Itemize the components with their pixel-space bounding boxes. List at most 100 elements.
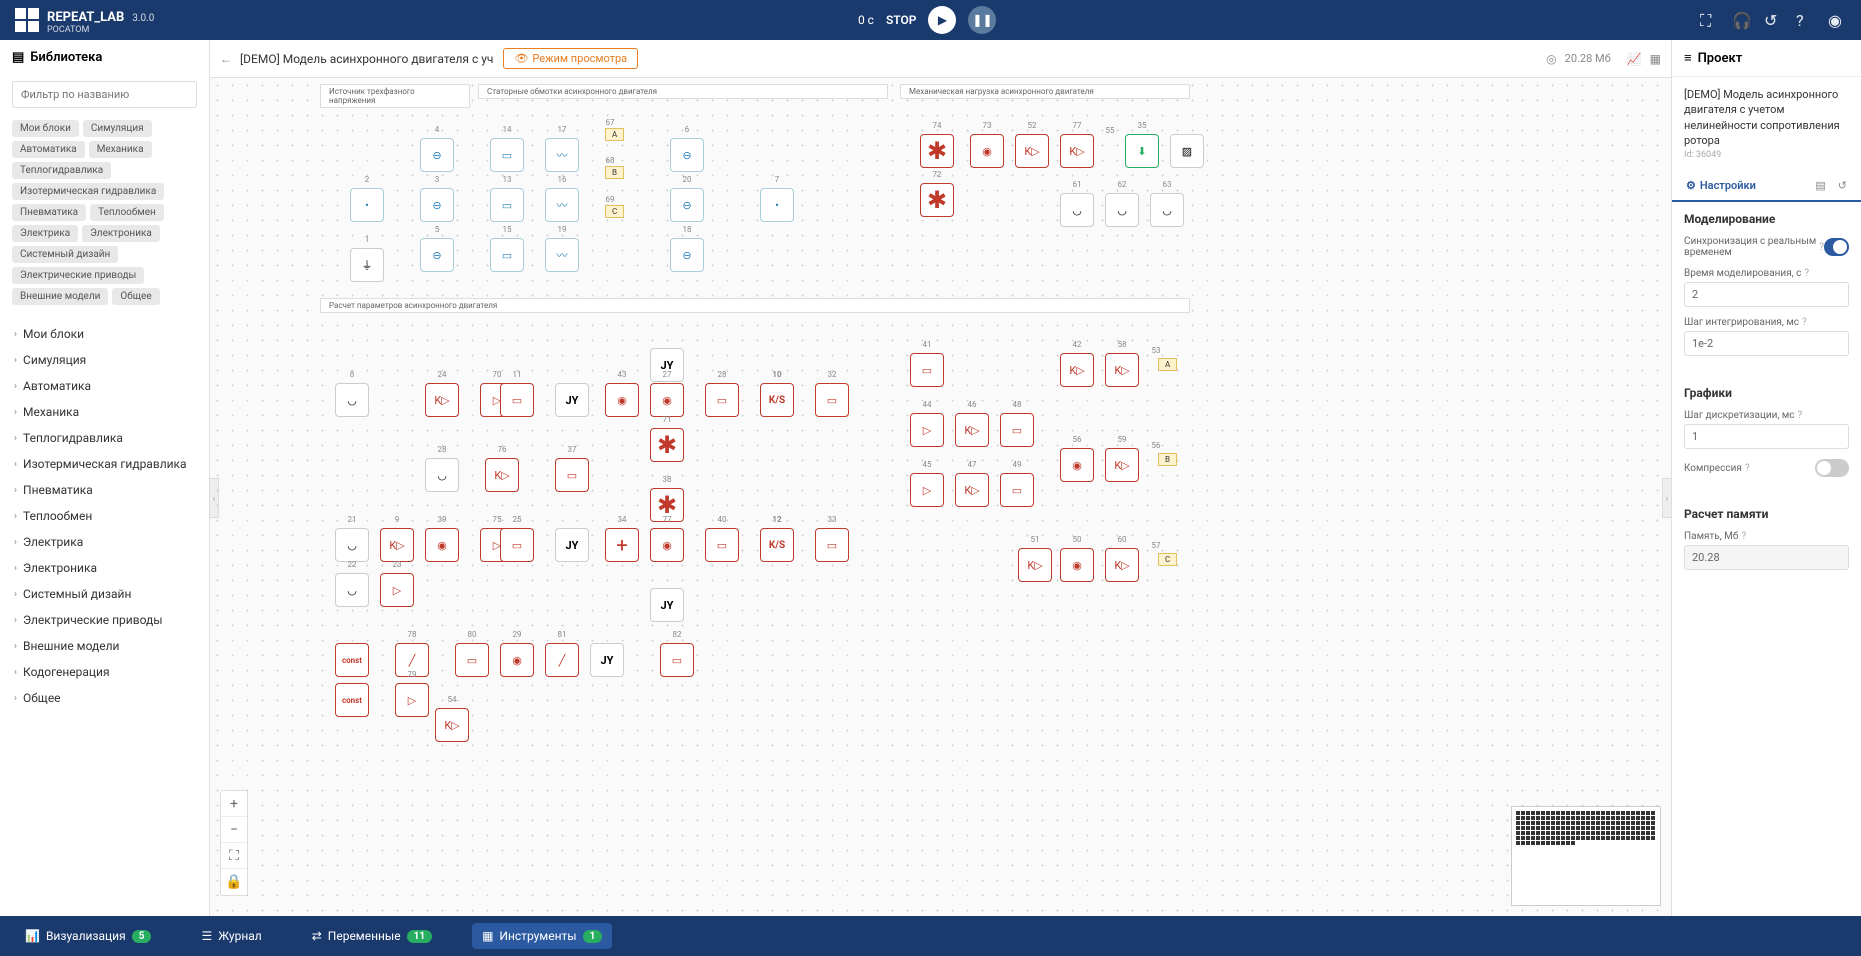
sync-toggle[interactable] [1824,238,1849,256]
block-gauge[interactable]: 39◉ [425,528,459,562]
tag-item[interactable]: Автоматика [12,141,85,158]
footer-visualization[interactable]: 📊 Визуализация 5 [15,923,161,949]
block-gauge[interactable]: 27◉ [650,383,684,417]
help-icon[interactable]: ? [1798,410,1803,421]
block-inductor[interactable]: 17〰 [545,138,579,172]
block-transfer[interactable]: 49▭ [1000,473,1034,507]
block-gain[interactable]: 42K▷ [1060,353,1094,387]
play-button[interactable]: ▶ [928,6,956,34]
block-transfer[interactable]: 33▭ [815,528,849,562]
help-icon[interactable]: ? [1745,463,1750,474]
block-transfer[interactable]: 80▭ [455,643,489,677]
block-gain[interactable]: 51K▷ [1018,548,1052,582]
block-gain[interactable]: 47K▷ [955,473,989,507]
help-icon[interactable]: ? [1741,531,1746,542]
tree-item[interactable]: ›Механика [0,399,209,425]
memory-input[interactable] [1684,545,1849,570]
tree-item[interactable]: ›Системный дизайн [0,581,209,607]
block-transfer[interactable]: 82▭ [660,643,694,677]
tree-item[interactable]: ›Автоматика [0,373,209,399]
block-gain[interactable]: 79▷ [395,683,429,717]
block-gauge[interactable]: 50◉ [1060,548,1094,582]
time-input[interactable] [1684,282,1849,307]
tree-item[interactable]: ›Общее [0,685,209,711]
disc-input[interactable] [1684,424,1849,449]
block-source[interactable]: 6⊖ [670,138,704,172]
block-meter[interactable]: 62◡ [1105,193,1139,227]
tree-item[interactable]: ›Электрика [0,529,209,555]
block-const[interactable]: const [335,643,369,677]
library-filter-input[interactable] [12,81,197,108]
footer-journal[interactable]: ☰ Журнал [191,923,271,949]
block-transfer[interactable]: 28▭ [705,383,739,417]
tab-history[interactable]: ↺ [1832,171,1853,200]
help-icon[interactable]: ? [1802,317,1807,328]
tag-item[interactable]: Внешние модели [12,288,108,305]
block-gain[interactable]: 77K▷ [1060,134,1094,168]
minimap[interactable]: document.write('<div class="mini-block">… [1511,806,1661,906]
block-source[interactable]: 20⊖ [670,188,704,222]
block-transfer[interactable]: 11▭ [500,383,534,417]
block-jy[interactable]: JY [650,588,684,622]
block-jy[interactable]: JY [555,528,589,562]
tag-item[interactable]: Общее [112,288,159,305]
tag-item[interactable]: Механика [89,141,152,158]
footer-tools[interactable]: ▦ Инструменты 1 [472,923,612,949]
block-jy[interactable]: JY [555,383,589,417]
block-slash[interactable]: 81╱ [545,643,579,677]
tag-item[interactable]: Теплообмен [90,204,164,221]
block-sum[interactable]: 34+ [605,528,639,562]
block-transfer[interactable]: 32▭ [815,383,849,417]
tag-item[interactable]: Электрика [12,225,78,242]
tag-item[interactable]: Электроника [82,225,160,242]
block-node[interactable]: 2• [350,188,384,222]
tab-info[interactable]: ▤ [1809,171,1831,200]
block-gain[interactable]: 52K▷ [1015,134,1049,168]
block-gain[interactable]: 46K▷ [955,413,989,447]
step-input[interactable] [1684,331,1849,356]
block-node[interactable]: 7• [760,188,794,222]
block-transfer[interactable]: 25▭ [500,528,534,562]
block-meter[interactable]: 28◡ [425,458,459,492]
tree-item[interactable]: ›Внешние модели [0,633,209,659]
block-gauge[interactable]: 77◉ [650,528,684,562]
block-gain[interactable]: 24K▷ [425,383,459,417]
support-icon[interactable]: 🎧 [1732,11,1750,29]
block-gain[interactable]: 58K▷ [1105,353,1139,387]
block-gain[interactable]: 54K▷ [435,708,469,742]
model-canvas[interactable]: Источник трехфазного напряжения Статорны… [210,78,1671,916]
block-resistor[interactable]: 15▭ [490,238,524,272]
block-ks[interactable]: 10K/S [760,383,794,417]
target-icon[interactable]: ◎ [1546,52,1556,66]
pause-button[interactable]: ❚❚ [968,6,996,34]
tag-item[interactable]: Симуляция [83,120,152,137]
block-inductor[interactable]: 16〰 [545,188,579,222]
block-transfer[interactable]: 37▭ [555,458,589,492]
zoom-in-button[interactable]: + [221,791,247,817]
block-resistor[interactable]: 13▭ [490,188,524,222]
user-icon[interactable]: ◉ [1828,11,1846,29]
tree-item[interactable]: ›Электроника [0,555,209,581]
block-meter[interactable]: 8◡ [335,383,369,417]
block-mult[interactable]: 72✱ [920,183,954,217]
block-gain[interactable]: 59K▷ [1105,448,1139,482]
block-gain[interactable]: 60K▷ [1105,548,1139,582]
tag-item[interactable]: Системный дизайн [12,246,118,263]
block-ground[interactable]: 1⏚ [350,248,384,282]
tree-item[interactable]: ›Симуляция [0,347,209,373]
chart-icon[interactable]: 📈 [1627,52,1642,66]
tag-item[interactable]: Электрические приводы [12,267,144,284]
block-gain[interactable]: 9K▷ [380,528,414,562]
help-icon[interactable]: ? [1796,11,1814,29]
block-transfer[interactable]: 48▭ [1000,413,1034,447]
block-transfer[interactable]: 40▭ [705,528,739,562]
screen-icon[interactable]: ⛶ [1700,11,1718,29]
block-mult[interactable]: 74✱ [920,134,954,168]
block-source[interactable]: 18⊖ [670,238,704,272]
tree-item[interactable]: ›Кодогенерация [0,659,209,685]
block-source[interactable]: 5⊖ [420,238,454,272]
block-source[interactable]: 4⊖ [420,138,454,172]
block-resistor[interactable]: 14▭ [490,138,524,172]
block-gain[interactable]: 76K▷ [485,458,519,492]
tree-item[interactable]: ›Пневматика [0,477,209,503]
